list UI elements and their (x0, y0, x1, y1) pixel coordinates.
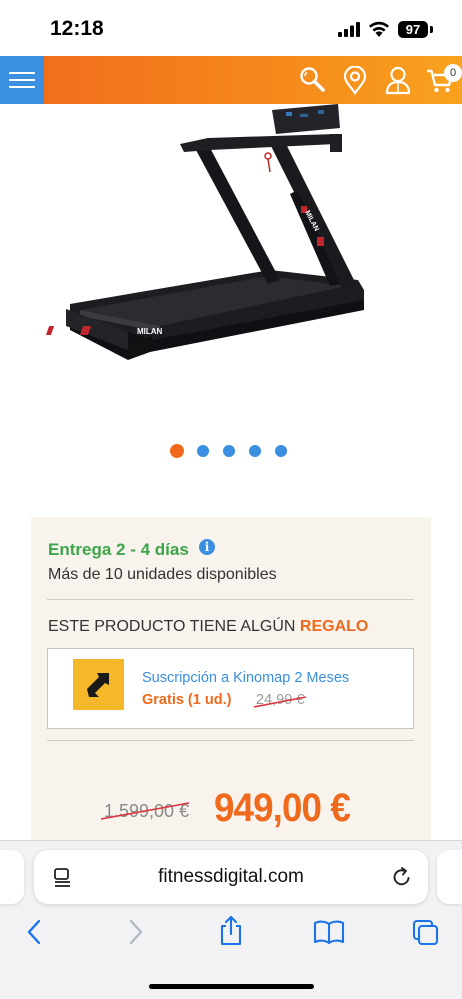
carousel-dot[interactable] (196, 444, 210, 458)
brand-label: MILAN (137, 327, 163, 336)
forward-icon[interactable] (124, 918, 146, 946)
divider (47, 740, 414, 741)
back-icon[interactable] (24, 918, 46, 946)
gift-highlight: REGALO (299, 618, 369, 635)
treadmill-image: MILAN MILAN (45, 104, 364, 360)
reload-icon[interactable] (391, 866, 413, 888)
carousel-dot[interactable] (170, 444, 184, 458)
gift-name-link[interactable]: Suscripción a Kinomap 2 Meses (142, 670, 349, 686)
share-icon[interactable] (218, 914, 244, 946)
wifi-icon (369, 21, 389, 37)
site-header (0, 56, 462, 104)
search-icon[interactable] (298, 66, 326, 94)
bookmarks-icon[interactable] (313, 918, 345, 946)
carousel-dot[interactable] (222, 444, 236, 458)
stock-availability: Más de 10 unidades disponibles (48, 566, 277, 583)
sale-price: 949,00 € (214, 786, 351, 830)
carousel-dot[interactable] (248, 444, 262, 458)
kinomap-logo-icon (73, 659, 124, 710)
gift-heading: ESTE PRODUCTO TIENE ALGÚN REGALO (48, 618, 369, 635)
cellular-signal-icon (338, 22, 360, 37)
product-gallery[interactable]: MILAN MILAN (0, 104, 462, 424)
clock: 12:18 (50, 17, 104, 40)
menu-button[interactable] (0, 56, 44, 104)
hamburger-icon (9, 72, 35, 74)
divider (47, 599, 414, 600)
gift-free-label: Gratis (1 ud.) (142, 692, 232, 708)
battery-level: 97 (398, 21, 428, 38)
user-icon[interactable] (385, 66, 411, 95)
strikethrough (253, 696, 307, 708)
cart-count-badge: 0 (444, 64, 462, 82)
carousel-dot[interactable] (274, 444, 288, 458)
home-indicator (149, 984, 314, 989)
status-bar: 12:18 97 (0, 0, 462, 56)
carousel-dots (170, 444, 288, 458)
tabs-icon[interactable] (411, 918, 441, 948)
battery-tip (430, 26, 433, 33)
info-icon[interactable]: i (199, 539, 215, 555)
location-pin-icon[interactable] (343, 66, 367, 95)
delivery-time: Entrega 2 - 4 días (48, 540, 189, 559)
strikethrough (100, 802, 190, 820)
